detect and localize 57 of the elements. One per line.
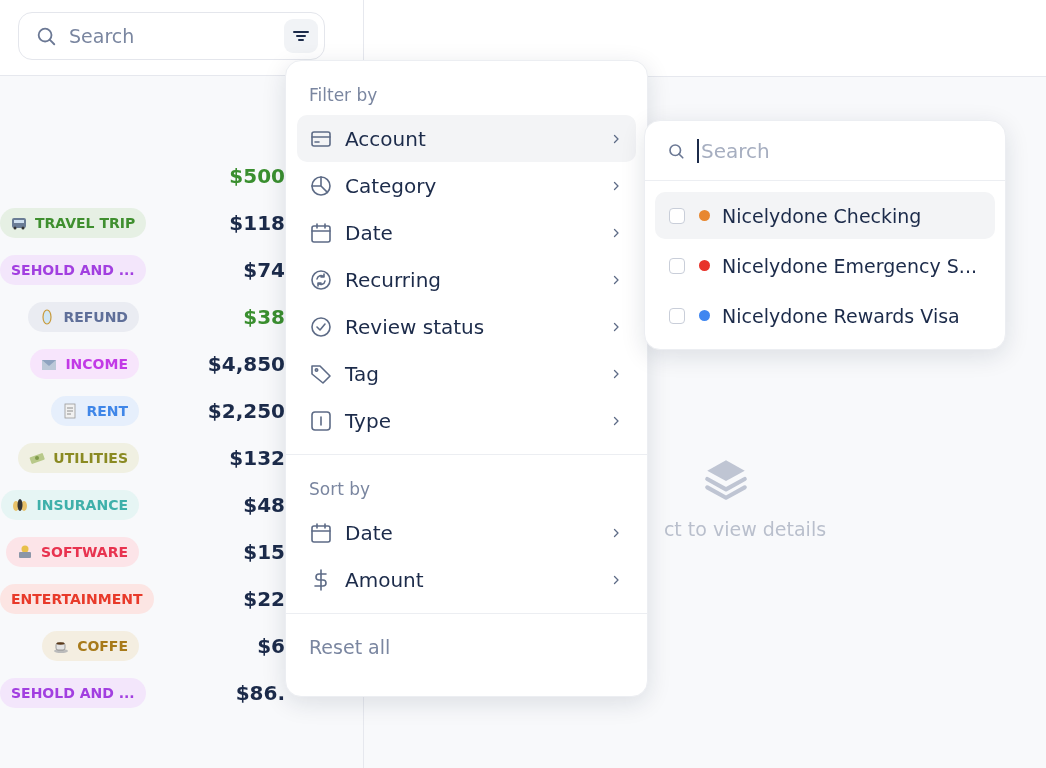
amount: $22 [242,586,285,611]
tag-label: ENTERTAINMENT [11,590,143,607]
account-option[interactable]: Nicelydone Emergency S... [655,242,995,289]
pie-chart-icon [309,173,333,198]
empty-state-text: ct to view details [663,517,827,540]
calendar-icon [309,520,333,545]
menu-item[interactable]: Type [297,397,636,444]
menu-item[interactable]: Review status [297,303,636,350]
amount: $2,250 [206,398,285,423]
menu-item[interactable]: Recurring [297,256,636,303]
tag-label: INCOME [65,355,128,372]
tag-label: TRAVEL TRIP [35,214,136,231]
filter-button[interactable] [284,19,318,53]
info-square-icon [309,408,333,433]
tag-label: SOFTWARE [40,543,128,560]
tag-label: RENT [86,402,128,419]
account-option[interactable]: Nicelydone Rewards Visa [655,292,995,339]
amount: $132 [228,445,285,470]
receipt-icon [62,402,79,419]
menu-item[interactable]: Category [297,162,636,209]
amount: $500 [228,163,285,188]
amount: $38 [242,304,285,329]
menu-item[interactable]: Amount [297,556,636,603]
tag-label: REFUND [63,308,128,325]
reset-all-button[interactable]: Reset all [297,632,403,662]
search-icon [667,141,685,160]
checkbox[interactable] [669,257,685,274]
menu-item[interactable]: Date [297,509,636,556]
tag-label: UTILITIES [53,449,128,466]
amount: $74 [242,257,285,282]
amount: $6 [256,633,285,658]
search-field[interactable]: Search [18,12,325,60]
amount: $118 [228,210,285,235]
tag-label: COFFE [77,637,128,654]
menu-item[interactable]: Account [297,115,636,162]
tag-label: INSURANCE [36,496,128,513]
tag-label: SEHOLD AND ... [11,261,135,278]
calendar-icon [309,220,333,245]
amount: $4,850 [206,351,285,376]
search-field[interactable]: Search [645,121,1005,181]
account-option[interactable]: Nicelydone Checking [655,192,995,239]
amount: $86. [234,680,285,705]
check-circle-icon [309,314,333,339]
section-title: Sort by [308,478,372,501]
checkbox[interactable] [669,207,685,224]
menu-item[interactable]: Date [297,209,636,256]
tag-label: SEHOLD AND ... [11,684,135,701]
search-input[interactable]: Search [699,137,983,164]
bee-icon [12,496,29,513]
checkbox[interactable] [669,307,685,324]
menu-item[interactable]: Tag [297,350,636,397]
search-icon [35,25,57,47]
amount: $15 [242,539,285,564]
section-title: Filter by [308,84,379,107]
repeat-icon [309,267,333,292]
amount: $48 [242,492,285,517]
search-input[interactable]: Search [67,24,274,48]
